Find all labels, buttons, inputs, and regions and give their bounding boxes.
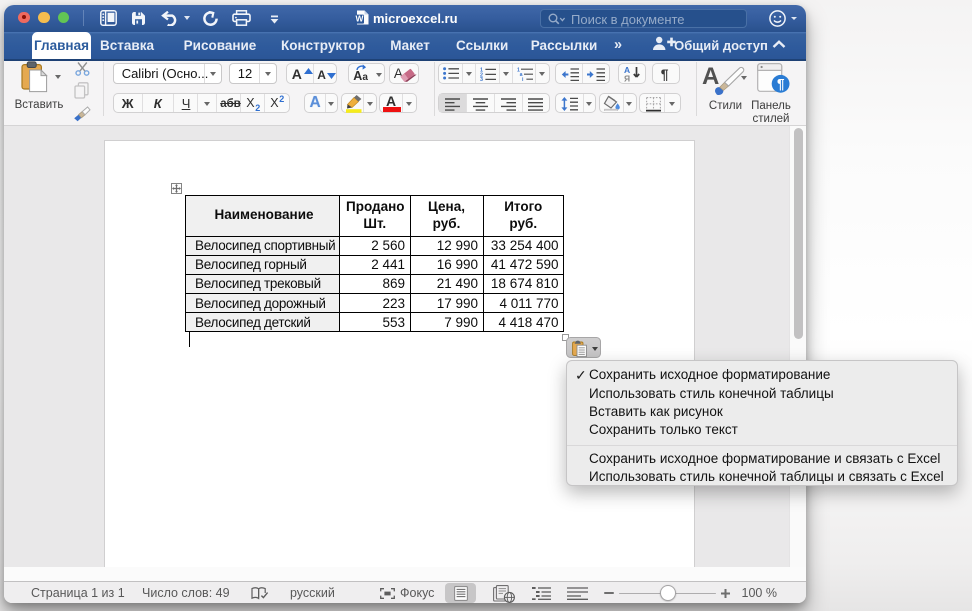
svg-text:i: i	[522, 77, 524, 81]
svg-text:3: 3	[480, 77, 483, 81]
svg-text:W: W	[356, 14, 364, 24]
svg-text:Я: Я	[624, 74, 630, 83]
svg-text:¶: ¶	[777, 76, 785, 91]
